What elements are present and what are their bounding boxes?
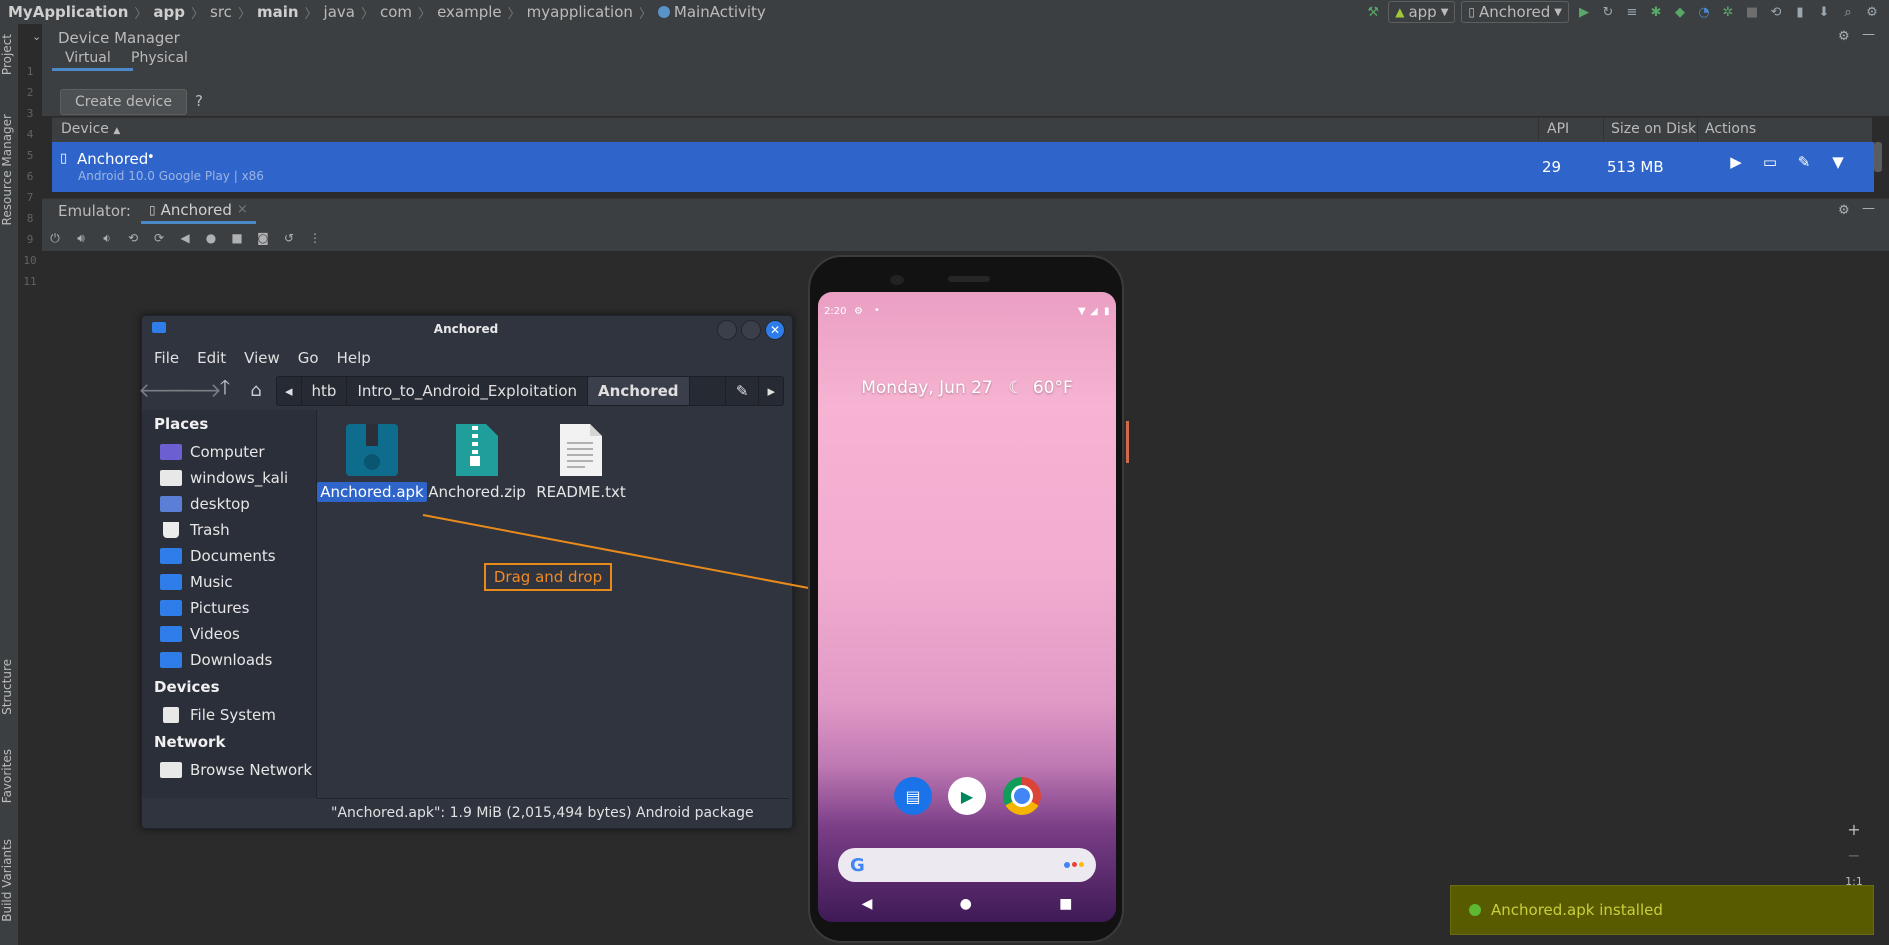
phone-nav-bar: ◀ ● ■ [818, 892, 1116, 916]
notification-dot-icon: • [874, 305, 880, 316]
signal-icon: ◢ [1090, 306, 1098, 317]
phone-status-bar: 2:20 ⚙ • ▼ ◢ ▮ [824, 305, 1114, 320]
zoom-out-button[interactable]: − [1842, 843, 1866, 867]
messages-icon[interactable]: ▤ [894, 777, 932, 815]
phone-time: 2:20 [824, 306, 847, 317]
power-button[interactable] [1126, 421, 1129, 463]
google-search-bar[interactable]: G [838, 848, 1096, 882]
settings-icon: ⚙ [854, 306, 863, 317]
front-camera [890, 275, 904, 285]
back-icon[interactable]: ◀ [862, 896, 873, 912]
wifi-icon: ▼ [1078, 306, 1086, 317]
chrome-center [1011, 785, 1033, 807]
overview-icon[interactable]: ■ [1059, 896, 1072, 912]
drag-and-drop-annotation: Drag and drop [484, 563, 612, 591]
install-notification[interactable]: Anchored.apk installed [1450, 885, 1874, 935]
date-text: Monday, Jun 27 [861, 378, 993, 398]
google-g-icon: G [850, 854, 865, 876]
home-icon[interactable]: ● [960, 896, 972, 912]
notification-text: Anchored.apk installed [1491, 901, 1663, 919]
earpiece [948, 276, 990, 282]
date-weather-widget[interactable]: Monday, Jun 27 ☾ 60°F [818, 378, 1116, 398]
play-store-icon[interactable]: ▶ [948, 777, 986, 815]
success-icon [1469, 904, 1481, 916]
weather-icon: ☾ [1008, 378, 1024, 398]
battery-icon: ▮ [1104, 306, 1110, 317]
chrome-icon[interactable] [1003, 777, 1041, 815]
temperature-text: 60°F [1032, 378, 1073, 398]
assistant-icon[interactable] [1064, 862, 1084, 868]
zoom-in-button[interactable]: + [1842, 817, 1866, 841]
